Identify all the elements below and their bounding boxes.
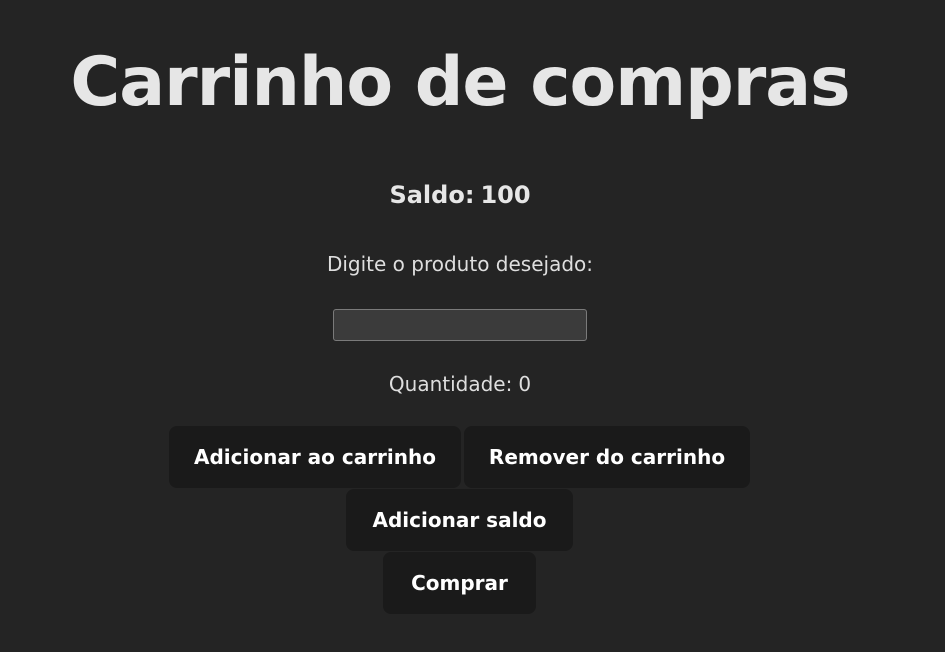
- balance-value: 100: [480, 181, 531, 209]
- product-input[interactable]: [333, 309, 587, 341]
- buy-button[interactable]: Comprar: [383, 552, 536, 614]
- shopping-cart-app: Carrinho de compras Saldo: 100 Digite o p…: [0, 0, 945, 652]
- balance-label: Saldo:: [389, 181, 475, 209]
- balance-display: Saldo: 100: [0, 178, 920, 212]
- quantity-display: Quantidade: 0: [0, 370, 920, 398]
- add-balance-button[interactable]: Adicionar saldo: [346, 489, 573, 551]
- quantity-label: Quantidade:: [388, 372, 513, 396]
- page-title: Carrinho de compras: [70, 43, 850, 122]
- add-to-cart-button[interactable]: Adicionar ao carrinho: [169, 426, 461, 488]
- quantity-value: 0: [518, 372, 532, 396]
- remove-from-cart-button[interactable]: Remover do carrinho: [464, 426, 750, 488]
- product-prompt-label: Digite o produto desejado:: [326, 252, 594, 276]
